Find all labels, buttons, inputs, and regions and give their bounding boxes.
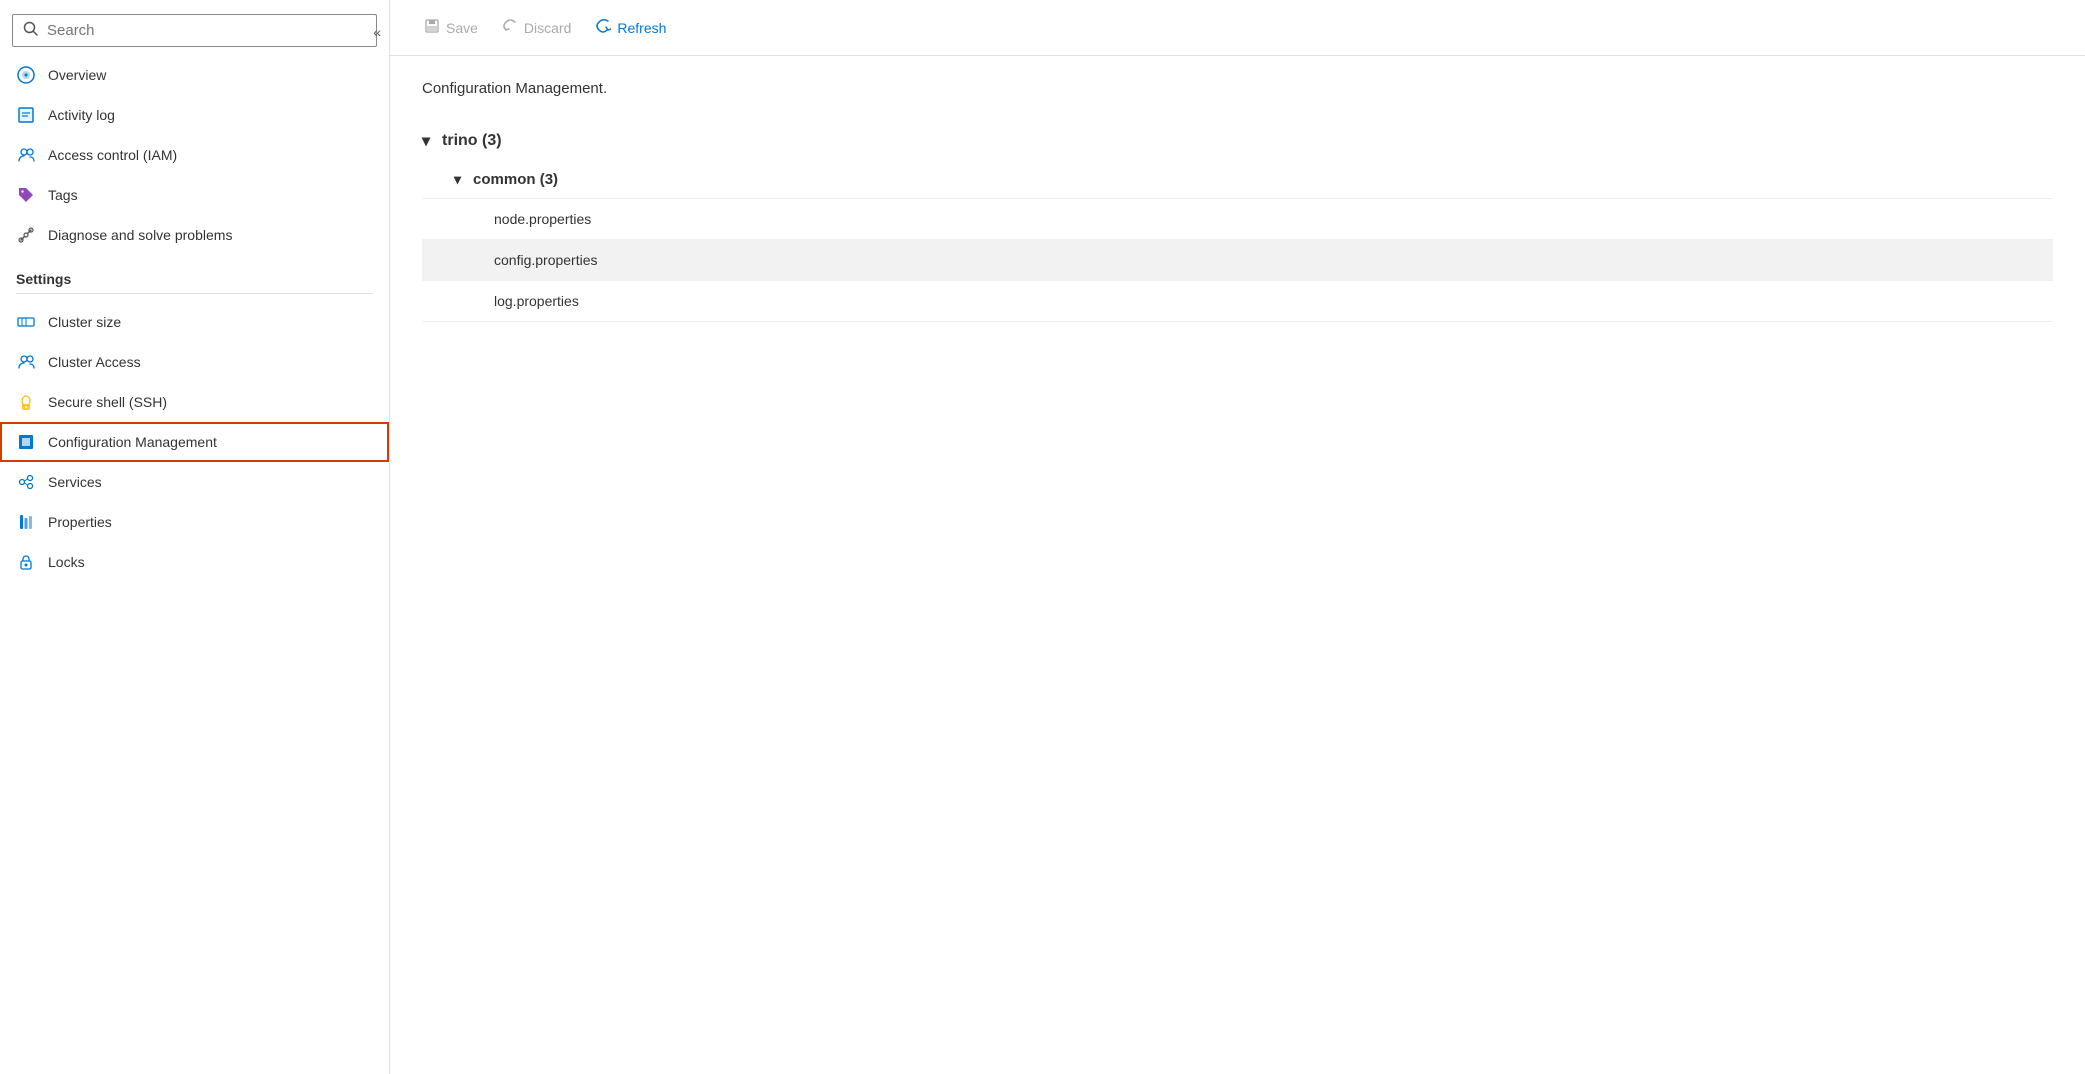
sidebar-item-secure-shell[interactable]: Secure shell (SSH)	[0, 382, 389, 422]
node-properties-label: node.properties	[494, 211, 591, 227]
save-label: Save	[446, 20, 478, 36]
sidebar-item-cluster-access[interactable]: Cluster Access	[0, 342, 389, 382]
tags-label: Tags	[48, 187, 78, 203]
configuration-management-label: Configuration Management	[48, 434, 217, 450]
search-input[interactable]	[47, 22, 366, 39]
content-area: Configuration Management. ▾ trino (3) ▾ …	[390, 56, 2085, 1074]
activity-log-icon	[16, 105, 36, 125]
sidebar-item-configuration-management[interactable]: Configuration Management	[0, 422, 389, 462]
sidebar-item-services[interactable]: Services	[0, 462, 389, 502]
discard-label: Discard	[524, 20, 571, 36]
access-control-icon	[16, 145, 36, 165]
config-properties-label: config.properties	[494, 252, 598, 268]
discard-button[interactable]: Discard	[492, 12, 581, 43]
locks-label: Locks	[48, 554, 85, 570]
config-tree: ▾ trino (3) ▾ common (3) node.properties…	[422, 121, 2053, 322]
main-content: Save Discard Refresh Configuration Manag…	[390, 0, 2085, 1074]
refresh-label: Refresh	[617, 20, 666, 36]
access-control-label: Access control (IAM)	[48, 147, 177, 163]
search-bar[interactable]	[12, 14, 377, 47]
toolbar: Save Discard Refresh	[390, 0, 2085, 56]
sidebar-item-access-control[interactable]: Access control (IAM)	[0, 135, 389, 175]
save-button[interactable]: Save	[414, 12, 488, 43]
log-properties-label: log.properties	[494, 293, 579, 309]
properties-icon	[16, 512, 36, 532]
common-chevron: ▾	[454, 171, 461, 188]
trino-label: trino (3)	[442, 132, 502, 150]
secure-shell-label: Secure shell (SSH)	[48, 394, 167, 410]
trino-subtree: ▾ common (3) node.properties config.prop…	[422, 161, 2053, 322]
save-icon	[424, 18, 440, 37]
refresh-button[interactable]: Refresh	[585, 12, 676, 43]
config-icon	[16, 432, 36, 452]
page-title: Configuration Management.	[422, 80, 2053, 97]
cluster-access-icon	[16, 352, 36, 372]
sidebar-item-activity-log[interactable]: Activity log	[0, 95, 389, 135]
search-icon	[23, 21, 39, 40]
ssh-icon	[16, 392, 36, 412]
tree-item-log-properties[interactable]: log.properties	[422, 280, 2053, 322]
sidebar-item-properties[interactable]: Properties	[0, 502, 389, 542]
sidebar-item-overview[interactable]: Overview	[0, 55, 389, 95]
common-label: common (3)	[473, 171, 558, 188]
sidebar-item-locks[interactable]: Locks	[0, 542, 389, 582]
tree-subgroup-common[interactable]: ▾ common (3)	[422, 161, 2053, 198]
diagnose-icon	[16, 225, 36, 245]
sidebar-item-diagnose[interactable]: Diagnose and solve problems	[0, 215, 389, 255]
sidebar: « Overview Activity log	[0, 0, 390, 1074]
locks-icon	[16, 552, 36, 572]
services-label: Services	[48, 474, 102, 490]
cluster-size-label: Cluster size	[48, 314, 121, 330]
cluster-access-label: Cluster Access	[48, 354, 141, 370]
sidebar-item-cluster-size[interactable]: Cluster size	[0, 302, 389, 342]
trino-chevron: ▾	[422, 131, 430, 151]
activity-log-label: Activity log	[48, 107, 115, 123]
sidebar-navigation: Overview Activity log Acc	[0, 55, 389, 1074]
tree-item-node-properties[interactable]: node.properties	[422, 198, 2053, 239]
properties-label: Properties	[48, 514, 112, 530]
cluster-size-icon	[16, 312, 36, 332]
discard-icon	[502, 18, 518, 37]
settings-section-label: Settings	[0, 255, 389, 293]
overview-label: Overview	[48, 67, 106, 83]
overview-icon	[16, 65, 36, 85]
settings-divider	[16, 293, 373, 294]
collapse-button[interactable]: «	[365, 16, 389, 48]
sidebar-item-tags[interactable]: Tags	[0, 175, 389, 215]
diagnose-label: Diagnose and solve problems	[48, 227, 232, 243]
services-icon	[16, 472, 36, 492]
refresh-icon	[595, 18, 611, 37]
tree-item-config-properties[interactable]: config.properties	[422, 239, 2053, 280]
tags-icon	[16, 185, 36, 205]
tree-group-trino[interactable]: ▾ trino (3)	[422, 121, 2053, 161]
